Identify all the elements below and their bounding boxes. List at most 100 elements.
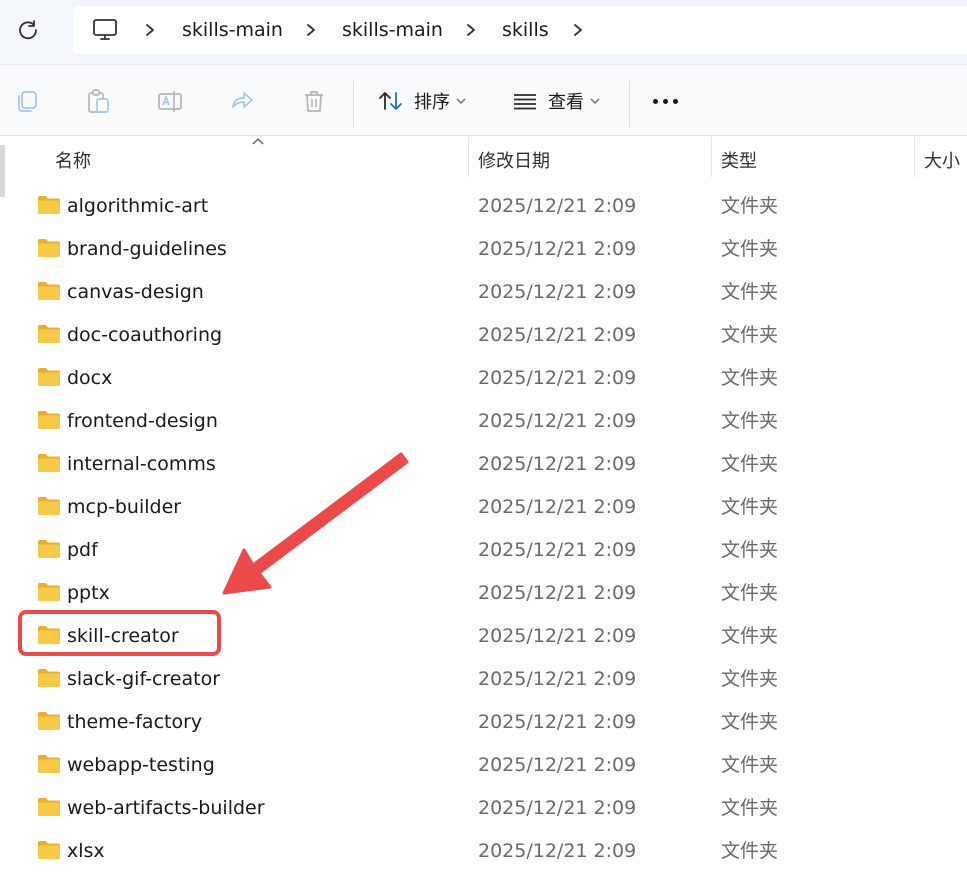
column-divider[interactable] (468, 137, 469, 177)
delete-icon[interactable] (300, 87, 328, 115)
file-row[interactable]: web-artifacts-builder 2025/12/21 2:09 文件… (0, 786, 967, 829)
file-modified: 2025/12/21 2:09 (478, 367, 637, 389)
view-label: 查看 (548, 92, 584, 113)
breadcrumb-item[interactable]: skills-main (342, 18, 443, 42)
file-type: 文件夹 (721, 625, 779, 647)
folder-icon (38, 712, 60, 730)
folder-icon (38, 454, 60, 472)
file-row[interactable]: algorithmic-art 2025/12/21 2:09 文件夹 (0, 184, 967, 227)
file-name: internal-comms (67, 453, 216, 475)
file-row[interactable]: pdf 2025/12/21 2:09 文件夹 (0, 528, 967, 571)
command-bar: 排序 查看 (0, 64, 967, 136)
file-name: doc-coauthoring (67, 324, 223, 346)
file-modified: 2025/12/21 2:09 (478, 324, 637, 346)
file-type: 文件夹 (721, 281, 779, 303)
file-row[interactable]: docx 2025/12/21 2:09 文件夹 (0, 356, 967, 399)
computer-icon[interactable] (92, 18, 118, 42)
folder-icon (38, 798, 60, 816)
file-type: 文件夹 (721, 840, 779, 862)
file-modified: 2025/12/21 2:09 (478, 797, 637, 819)
chevron-right-icon[interactable] (571, 22, 585, 38)
more-icon[interactable] (653, 99, 678, 104)
file-row[interactable]: internal-comms 2025/12/21 2:09 文件夹 (0, 442, 967, 485)
chevron-right-icon[interactable] (143, 22, 157, 38)
file-type: 文件夹 (721, 410, 779, 432)
sort-button[interactable]: 排序 (378, 87, 466, 115)
file-name: pptx (67, 582, 110, 604)
breadcrumb-item[interactable]: skills-main (182, 18, 283, 42)
file-row[interactable]: pptx 2025/12/21 2:09 文件夹 (0, 571, 967, 614)
copy-icon[interactable] (13, 87, 41, 115)
file-row[interactable]: canvas-design 2025/12/21 2:09 文件夹 (0, 270, 967, 313)
file-row[interactable]: webapp-testing 2025/12/21 2:09 文件夹 (0, 743, 967, 786)
file-type: 文件夹 (721, 496, 779, 518)
chevron-down-icon (456, 98, 466, 104)
file-modified: 2025/12/21 2:09 (478, 195, 637, 217)
breadcrumb-item[interactable]: skills (502, 18, 549, 42)
file-row[interactable]: slack-gif-creator 2025/12/21 2:09 文件夹 (0, 657, 967, 700)
folder-icon (38, 497, 60, 515)
paste-icon[interactable] (84, 87, 112, 115)
column-size[interactable]: 大小 (924, 147, 960, 173)
folder-icon (38, 282, 60, 300)
folder-icon (38, 540, 60, 558)
folder-icon (38, 755, 60, 773)
file-row[interactable]: brand-guidelines 2025/12/21 2:09 文件夹 (0, 227, 967, 270)
folder-icon (38, 583, 60, 601)
file-name: canvas-design (67, 281, 204, 303)
toolbar-divider (353, 81, 354, 127)
folder-icon (38, 669, 60, 687)
address-bar: skills-main skills-main skills (0, 0, 967, 64)
toolbar-divider (629, 81, 630, 127)
file-modified: 2025/12/21 2:09 (478, 453, 637, 475)
column-type[interactable]: 类型 (721, 147, 757, 173)
folder-icon (38, 841, 60, 859)
column-modified[interactable]: 修改日期 (478, 147, 550, 173)
file-type: 文件夹 (721, 238, 779, 260)
file-row[interactable]: theme-factory 2025/12/21 2:09 文件夹 (0, 700, 967, 743)
file-modified: 2025/12/21 2:09 (478, 496, 637, 518)
annotation-arrow (222, 452, 409, 595)
file-type: 文件夹 (721, 668, 779, 690)
folder-icon (38, 196, 60, 214)
column-name[interactable]: 名称 (55, 147, 91, 173)
chevron-right-icon[interactable] (464, 22, 478, 38)
file-row[interactable]: mcp-builder 2025/12/21 2:09 文件夹 (0, 485, 967, 528)
file-modified: 2025/12/21 2:09 (478, 238, 637, 260)
file-row[interactable]: xlsx 2025/12/21 2:09 文件夹 (0, 829, 967, 872)
file-name: xlsx (67, 840, 105, 862)
file-name: slack-gif-creator (67, 668, 221, 690)
file-name: frontend-design (67, 410, 218, 432)
file-modified: 2025/12/21 2:09 (478, 754, 637, 776)
file-name: mcp-builder (67, 496, 182, 518)
rename-icon[interactable] (156, 87, 184, 115)
refresh-icon[interactable] (14, 16, 42, 44)
file-modified: 2025/12/21 2:09 (478, 281, 637, 303)
file-type: 文件夹 (721, 453, 779, 475)
file-name: theme-factory (67, 711, 203, 733)
folder-icon (38, 325, 60, 343)
breadcrumb[interactable]: skills-main skills-main skills (73, 6, 967, 54)
view-icon (514, 94, 536, 110)
file-name: web-artifacts-builder (67, 797, 265, 819)
column-header: 名称 修改日期 类型 大小 (0, 137, 967, 179)
file-type: 文件夹 (721, 754, 779, 776)
view-button[interactable]: 查看 (512, 87, 600, 115)
column-divider[interactable] (914, 137, 915, 177)
file-type: 文件夹 (721, 797, 779, 819)
file-list: algorithmic-art 2025/12/21 2:09 文件夹 bran… (0, 184, 967, 872)
share-icon[interactable] (228, 87, 256, 115)
sort-icon (379, 92, 402, 110)
sort-label: 排序 (414, 92, 450, 113)
file-type: 文件夹 (721, 195, 779, 217)
column-divider[interactable] (711, 137, 712, 177)
file-modified: 2025/12/21 2:09 (478, 625, 637, 647)
file-name: webapp-testing (67, 754, 215, 776)
folder-icon (38, 368, 60, 386)
highlight-box (18, 610, 221, 656)
file-row[interactable]: frontend-design 2025/12/21 2:09 文件夹 (0, 399, 967, 442)
file-name: pdf (67, 539, 98, 561)
file-type: 文件夹 (721, 582, 779, 604)
file-row[interactable]: doc-coauthoring 2025/12/21 2:09 文件夹 (0, 313, 967, 356)
chevron-right-icon[interactable] (304, 22, 318, 38)
